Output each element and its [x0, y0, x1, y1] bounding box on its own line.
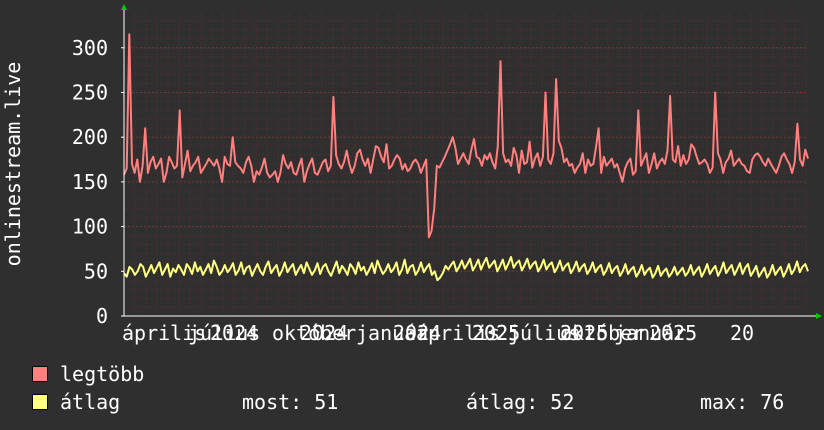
- chart-frame: 0 50 100 150 200 250 300 április 2024 július 2024 o…: [0, 0, 824, 430]
- y-tick-label: 250: [72, 80, 108, 104]
- stat-average: átlag: 52: [466, 390, 575, 414]
- y-tick-label: 200: [72, 125, 108, 149]
- legend-label-legtobb: legtöbb: [60, 362, 145, 386]
- y-tick-label: 50: [84, 259, 108, 283]
- legend-item-legtobb: legtöbb: [32, 362, 144, 386]
- y-tick-label: 100: [72, 215, 108, 239]
- y-axis-label: onlinestream.live: [1, 62, 25, 267]
- x-tick-label: október: [272, 321, 356, 345]
- y-axis-arrow: [121, 4, 127, 10]
- legend-item-atlag: átlag: [32, 390, 120, 414]
- legend-swatch-legtobb: [32, 366, 48, 382]
- y-tick-label: 150: [72, 170, 108, 194]
- y-tick-label: 300: [72, 36, 108, 60]
- chart-svg: 050100150200250300április 2024július 2024o…: [1, 4, 822, 345]
- stat-max: max: 76: [700, 390, 785, 414]
- x-tick-label: január: [614, 321, 686, 345]
- y-tick-label: 0: [96, 304, 108, 328]
- x-tick-label: 20: [730, 321, 754, 345]
- legend-label-atlag: átlag: [60, 390, 121, 414]
- stat-current: most: 51: [242, 390, 339, 414]
- x-axis-arrow: [816, 313, 822, 319]
- legend-swatch-atlag: [32, 394, 48, 410]
- x-tick-label: július: [188, 321, 260, 345]
